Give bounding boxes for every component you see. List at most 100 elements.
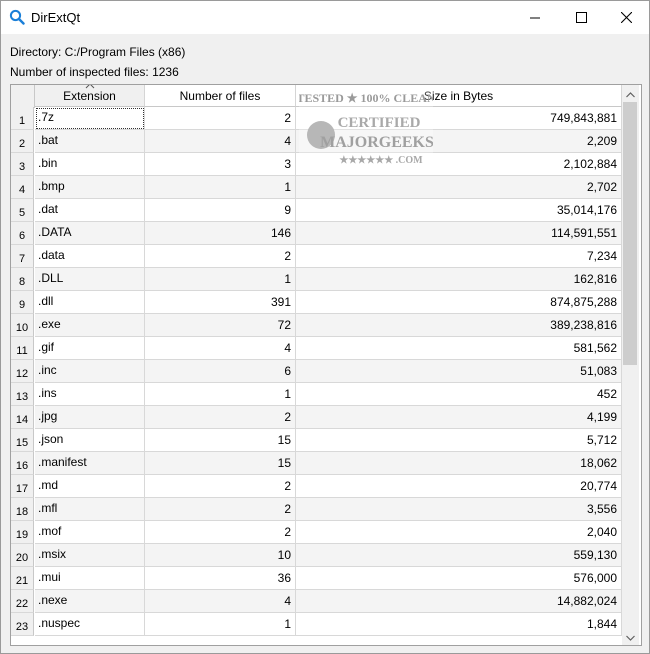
scroll-down-button[interactable] [622,628,639,645]
cell-size-in-bytes[interactable]: 18,062 [296,452,622,475]
row-header[interactable]: 23 [11,613,34,636]
cell-size-in-bytes[interactable]: 581,562 [296,337,622,360]
cell-size-in-bytes[interactable]: 576,000 [296,567,622,590]
cell-extension[interactable]: .7z [35,107,145,130]
row-header[interactable]: 15 [11,429,34,452]
cell-extension[interactable]: .manifest [35,452,145,475]
cell-size-in-bytes[interactable]: 2,102,884 [296,153,622,176]
table-row[interactable]: 17 .md 2 20,774 [11,475,622,498]
cell-number-of-files[interactable]: 1 [145,613,296,636]
scrollbar-thumb[interactable] [623,102,637,365]
table-row[interactable]: 19 .mof 2 2,040 [11,521,622,544]
row-header[interactable]: 7 [11,245,34,268]
table-row[interactable]: 20 .msix 10 559,130 [11,544,622,567]
cell-number-of-files[interactable]: 4 [145,130,296,153]
cell-number-of-files[interactable]: 72 [145,314,296,337]
cell-number-of-files[interactable]: 10 [145,544,296,567]
cell-number-of-files[interactable]: 391 [145,291,296,314]
cell-extension[interactable]: .json [35,429,145,452]
cell-number-of-files[interactable]: 2 [145,107,296,130]
cell-size-in-bytes[interactable]: 452 [296,383,622,406]
cell-extension[interactable]: .mfl [35,498,145,521]
table-row[interactable]: 11 .gif 4 581,562 [11,337,622,360]
cell-extension[interactable]: .bin [35,153,145,176]
cell-extension[interactable]: .DLL [35,268,145,291]
table-row[interactable]: 15 .json 15 5,712 [11,429,622,452]
row-header[interactable]: 11 [11,337,34,360]
row-header[interactable]: 2 [11,130,34,153]
table-row[interactable]: 7 .data 2 7,234 [11,245,622,268]
cell-size-in-bytes[interactable]: 559,130 [296,544,622,567]
title-bar[interactable]: DirExtQt [1,1,649,34]
close-button[interactable] [603,1,649,34]
row-header[interactable]: 22 [11,590,34,613]
row-header[interactable]: 4 [11,176,34,199]
table-row[interactable]: 1.7z 2 749,843,881 [11,107,622,130]
row-header[interactable]: 13 [11,383,34,406]
row-header[interactable]: 10 [11,314,34,337]
table-row[interactable]: 21 .mui 36 576,000 [11,567,622,590]
cell-size-in-bytes[interactable]: 14,882,024 [296,590,622,613]
cell-size-in-bytes[interactable]: 3,556 [296,498,622,521]
cell-size-in-bytes[interactable]: 749,843,881 [296,107,622,130]
cell-extension[interactable]: .data [35,245,145,268]
header-number-of-files[interactable]: Number of files [145,85,296,107]
cell-size-in-bytes[interactable]: 114,591,551 [296,222,622,245]
row-header[interactable]: 8 [11,268,34,291]
table-row[interactable]: 9 .dll 391 874,875,288 [11,291,622,314]
cell-size-in-bytes[interactable]: 162,816 [296,268,622,291]
cell-number-of-files[interactable]: 4 [145,590,296,613]
cell-extension[interactable]: .nuspec [35,613,145,636]
cell-extension[interactable]: .mui [35,567,145,590]
cell-number-of-files[interactable]: 36 [145,567,296,590]
cell-size-in-bytes[interactable]: 1,844 [296,613,622,636]
row-header[interactable]: 14 [11,406,34,429]
header-size-in-bytes[interactable]: Size in Bytes [296,85,622,107]
cell-extension[interactable]: .dll [35,291,145,314]
cell-number-of-files[interactable]: 1 [145,383,296,406]
cell-extension[interactable]: .jpg [35,406,145,429]
table-row[interactable]: 22 .nexe 4 14,882,024 [11,590,622,613]
cell-extension[interactable]: .msix [35,544,145,567]
cell-size-in-bytes[interactable]: 20,774 [296,475,622,498]
cell-extension[interactable]: .mof [35,521,145,544]
cell-number-of-files[interactable]: 6 [145,360,296,383]
cell-extension[interactable]: .inc [35,360,145,383]
table-row[interactable]: 18 .mfl 2 3,556 [11,498,622,521]
cell-number-of-files[interactable]: 15 [145,429,296,452]
table-row[interactable]: 5 .dat 9 35,014,176 [11,199,622,222]
row-header[interactable]: 21 [11,567,34,590]
cell-number-of-files[interactable]: 1 [145,176,296,199]
row-header[interactable]: 19 [11,521,34,544]
table-row[interactable]: 4 .bmp 1 2,702 [11,176,622,199]
row-header[interactable]: 17 [11,475,34,498]
cell-number-of-files[interactable]: 1 [145,268,296,291]
cell-number-of-files[interactable]: 2 [145,245,296,268]
cell-number-of-files[interactable]: 146 [145,222,296,245]
cell-size-in-bytes[interactable]: 4,199 [296,406,622,429]
cell-size-in-bytes[interactable]: 7,234 [296,245,622,268]
cell-extension[interactable]: .ins [35,383,145,406]
header-extension[interactable]: Extension [35,85,145,107]
cell-extension[interactable]: .md [35,475,145,498]
cell-number-of-files[interactable]: 4 [145,337,296,360]
cell-number-of-files[interactable]: 2 [145,521,296,544]
cell-number-of-files[interactable]: 3 [145,153,296,176]
cell-extension[interactable]: .bmp [35,176,145,199]
vertical-scrollbar[interactable] [622,85,639,645]
table-row[interactable]: 10 .exe 72 389,238,816 [11,314,622,337]
row-header[interactable]: 18 [11,498,34,521]
row-header[interactable]: 20 [11,544,34,567]
table-row[interactable]: 12 .inc 6 51,083 [11,360,622,383]
table-row[interactable]: 2 .bat 4 2,209 [11,130,622,153]
table-row[interactable]: 6 .DATA 146 114,591,551 [11,222,622,245]
extensions-table[interactable]: Extension Number of files Size in Bytes … [10,84,642,646]
table-row[interactable]: 13 .ins 1 452 [11,383,622,406]
cell-size-in-bytes[interactable]: 2,040 [296,521,622,544]
cell-size-in-bytes[interactable]: 389,238,816 [296,314,622,337]
row-header[interactable]: 9 [11,291,34,314]
cell-size-in-bytes[interactable]: 5,712 [296,429,622,452]
table-row[interactable]: 8 .DLL 1 162,816 [11,268,622,291]
row-header[interactable]: 16 [11,452,34,475]
cell-number-of-files[interactable]: 15 [145,452,296,475]
